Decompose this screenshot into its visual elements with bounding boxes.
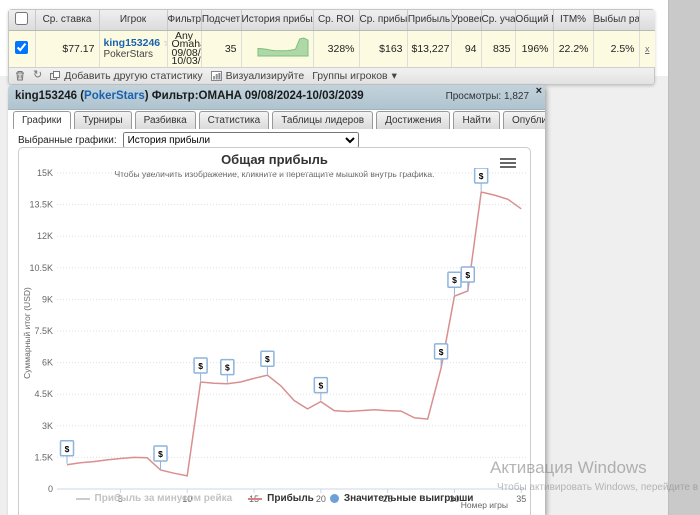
row-checkbox[interactable]	[15, 41, 28, 54]
svg-text:$: $	[158, 449, 163, 459]
results-table: Ср. ставка Игрок Фильтр Подсчет История …	[8, 9, 655, 85]
svg-text:7.5K: 7.5K	[34, 326, 53, 336]
legend-item-rake-adjusted[interactable]: Прибыль за минусом рейка	[76, 493, 233, 504]
table-row: $77.17 king153246☆ PokerStars Any Omaha …	[9, 30, 655, 67]
col-player[interactable]: Игрок	[99, 10, 167, 30]
svg-text:6K: 6K	[42, 358, 53, 368]
tab-statistics[interactable]: Статистика	[199, 111, 270, 129]
select-all-checkbox[interactable]	[15, 12, 28, 25]
player-cell[interactable]: king153246☆ PokerStars	[99, 30, 167, 67]
profit-chart[interactable]: Общая прибыль Чтобы увеличить изображени…	[18, 147, 531, 515]
col-filter[interactable]: Фильтр	[167, 10, 201, 30]
avg-profit-value: $163	[359, 30, 407, 67]
avg-roi-value: 328%	[313, 30, 359, 67]
player-detail-panel: king153246 (PokerStars) Фильтр:OMAHA 09/…	[8, 85, 545, 515]
chart-icon	[211, 71, 222, 81]
col-early-finish[interactable]: Выбыл ран»	[593, 10, 639, 30]
chart-title: Общая прибыль	[19, 152, 530, 167]
legend-item-big-wins[interactable]: Значительные выигрыши	[330, 493, 474, 504]
col-avg-entrants[interactable]: Ср. участни»	[481, 10, 515, 30]
views-count: Просмотры: 1,827	[446, 91, 529, 102]
col-total-roi[interactable]: Общий ROI	[515, 10, 553, 30]
svg-text:9K: 9K	[42, 294, 53, 304]
right-gray-strip	[668, 0, 700, 515]
col-profit[interactable]: Прибыль	[407, 10, 451, 30]
profit-value: $13,227	[407, 30, 451, 67]
count-value: 35	[201, 30, 241, 67]
copy-icon	[50, 71, 60, 81]
col-profit-history[interactable]: История прибыли	[241, 10, 313, 30]
svg-text:15K: 15K	[37, 168, 53, 178]
player-link[interactable]: king153246	[104, 37, 161, 49]
svg-text:3K: 3K	[42, 421, 53, 431]
profit-history-cell[interactable]	[241, 30, 313, 67]
table-toolbar: ↻ Добавить другую статистику Визуализиру…	[9, 67, 654, 84]
profit-sparkline	[246, 35, 310, 59]
refresh-icon[interactable]: ↻	[33, 70, 42, 81]
table-header-row: Ср. ставка Игрок Фильтр Подсчет История …	[9, 10, 655, 30]
chart-plot-area: 01.5K3K4.5K6K7.5K9K10.5K12K13.5K15K51015…	[19, 168, 530, 508]
chart-legend: Прибыль за минусом рейка Прибыль Значите…	[19, 493, 530, 504]
svg-text:$: $	[452, 275, 457, 285]
graph-selector-label: Выбранные графики:	[18, 135, 117, 146]
avg-entrants-value: 835	[481, 30, 515, 67]
panel-title: king153246 (PokerStars) Фильтр:OMAHA 09/…	[15, 90, 364, 102]
player-groups-dropdown[interactable]: Группы игроков ▾	[312, 70, 397, 82]
line-marker-icon	[248, 498, 262, 500]
tab-leaderboards[interactable]: Таблицы лидеров	[272, 111, 373, 129]
svg-text:10.5K: 10.5K	[29, 263, 53, 273]
svg-text:1.5K: 1.5K	[34, 452, 53, 462]
site-label: PokerStars	[104, 49, 163, 60]
pokerstars-link[interactable]: PokerStars	[84, 90, 145, 102]
tab-tournaments[interactable]: Турниры	[74, 111, 132, 129]
total-roi-value: 196%	[515, 30, 553, 67]
chevron-down-icon: ▾	[392, 70, 397, 82]
tab-graphs[interactable]: Графики	[13, 111, 71, 129]
col-avg-profit[interactable]: Ср. прибыль	[359, 10, 407, 30]
line-marker-icon	[76, 498, 90, 500]
early-finish-value: 2.5%	[593, 30, 639, 67]
filter-cell[interactable]: Any Omaha 09/08/202 10/03/203	[167, 30, 201, 67]
dot-marker-icon	[330, 494, 339, 503]
visualize-button[interactable]: Визуализируйте	[211, 70, 305, 82]
tab-achievements[interactable]: Достижения	[376, 111, 450, 129]
graph-selector[interactable]: История прибыли	[123, 132, 359, 148]
col-avg-stake[interactable]: Ср. ставка	[35, 10, 99, 30]
star-icon[interactable]: ☆	[163, 38, 167, 49]
select-all-cell	[9, 10, 35, 30]
tab-bar: Графики Турниры Разбивка Статистика Табл…	[13, 111, 545, 129]
svg-text:$: $	[225, 363, 230, 373]
remove-row-link[interactable]: x	[645, 44, 650, 54]
trash-icon[interactable]	[15, 70, 25, 81]
panel-header: king153246 (PokerStars) Фильтр:OMAHA 09/…	[8, 85, 545, 110]
tab-find[interactable]: Найти	[453, 111, 500, 129]
col-ability[interactable]: Уровень	[451, 10, 481, 30]
svg-text:13.5K: 13.5K	[29, 200, 53, 210]
svg-text:$: $	[198, 361, 203, 371]
col-remove	[639, 10, 655, 30]
svg-text:$: $	[439, 347, 444, 357]
close-icon[interactable]: ×	[536, 85, 542, 97]
tab-breakdown[interactable]: Разбивка	[135, 111, 196, 129]
svg-text:$: $	[465, 270, 470, 280]
itm-value: 22.2%	[553, 30, 593, 67]
svg-text:$: $	[265, 354, 270, 364]
svg-text:$: $	[318, 381, 323, 391]
col-itm[interactable]: ITM%	[553, 10, 593, 30]
svg-text:$: $	[65, 444, 70, 454]
ability-value: 94	[451, 30, 481, 67]
svg-text:12K: 12K	[37, 231, 53, 241]
tab-publish[interactable]: Опубликовать	[503, 111, 545, 129]
svg-text:4.5K: 4.5K	[34, 389, 53, 399]
legend-item-profit[interactable]: Прибыль	[248, 493, 314, 504]
col-count[interactable]: Подсчет	[201, 10, 241, 30]
col-avg-roi[interactable]: Ср. ROI	[313, 10, 359, 30]
avg-stake-value: $77.17	[35, 30, 99, 67]
svg-text:$: $	[479, 171, 484, 181]
add-statistic-button[interactable]: Добавить другую статистику	[50, 70, 202, 82]
